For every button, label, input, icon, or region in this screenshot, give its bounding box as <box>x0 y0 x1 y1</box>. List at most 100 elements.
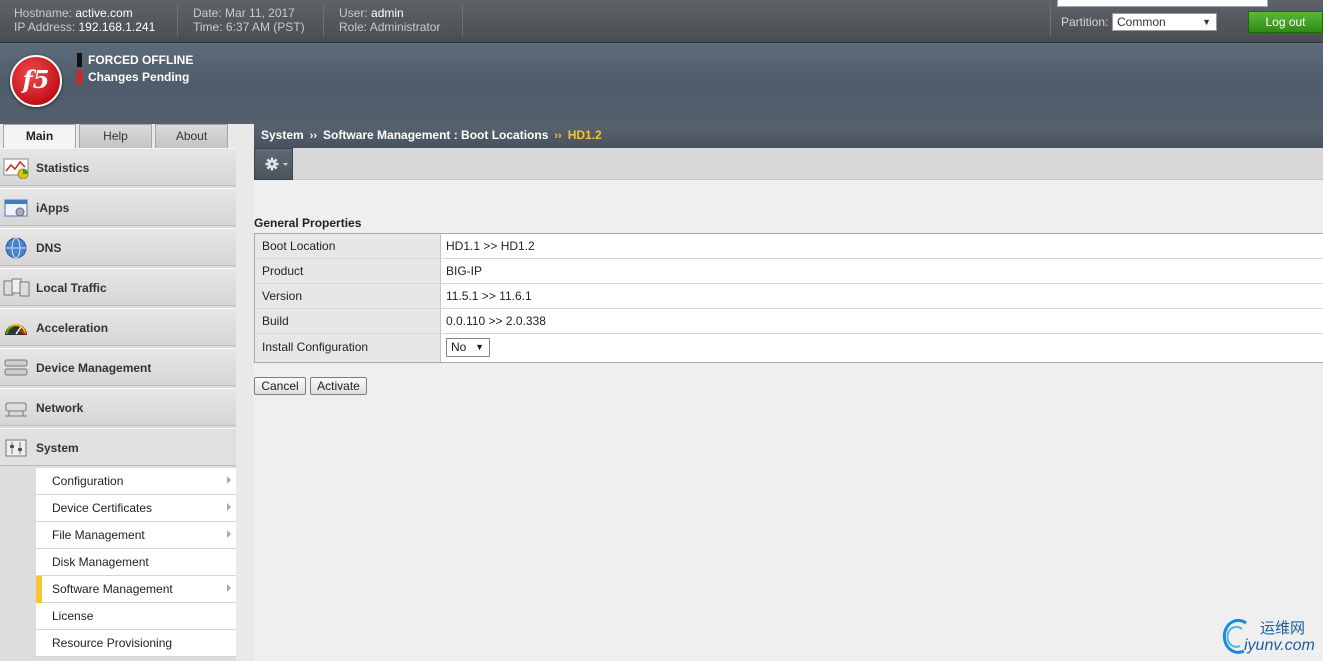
dns-globe-icon <box>5 237 27 259</box>
iapps-icon <box>4 199 28 217</box>
statistics-icon <box>3 158 29 179</box>
property-value: HD1.1 >> HD1.2 <box>446 239 535 253</box>
properties-table: Boot Location HD1.1 >> HD1.2 Product BIG-I… <box>254 233 1323 363</box>
hostname-label: Hostname: <box>14 6 73 20</box>
date-time-info: Date: Mar 11, 2017 Time: 6:37 AM (PST) <box>193 6 305 34</box>
submenu-label: Disk Management <box>52 555 149 569</box>
status-changes-pending[interactable]: Changes Pending <box>77 70 189 84</box>
submenu-item-device-certificates[interactable]: Device Certificates <box>36 495 236 522</box>
nav-item-acceleration[interactable]: Acceleration <box>0 308 236 346</box>
nav-item-system[interactable]: System <box>0 428 236 466</box>
time-value: 6:37 AM (PST) <box>225 20 305 34</box>
main-content: General Properties Boot Location HD1.1 >>… <box>254 180 1323 661</box>
submenu-item-resource-provisioning[interactable]: Resource Provisioning <box>36 630 236 657</box>
status-text: Changes Pending <box>88 70 190 84</box>
nav-label: Local Traffic <box>36 281 107 295</box>
status-indicator <box>77 53 82 67</box>
property-label: Version <box>255 284 441 308</box>
tab-help[interactable]: Help <box>79 124 152 148</box>
submenu-label: Device Certificates <box>52 501 153 515</box>
nav-item-local-traffic[interactable]: Local Traffic <box>0 268 236 306</box>
submenu-label: Resource Provisioning <box>52 636 173 650</box>
property-label: Build <box>255 309 441 333</box>
date-label: Date: <box>193 6 222 20</box>
table-row: Install Configuration No ▼ <box>255 334 1323 362</box>
submenu-item-file-management[interactable]: File Management <box>36 522 236 549</box>
chevron-right-icon <box>227 530 231 538</box>
popup-edge <box>1057 0 1268 7</box>
tab-main[interactable]: Main <box>3 124 76 149</box>
divider <box>323 4 324 36</box>
table-row: Build 0.0.110 >> 2.0.338 <box>255 309 1323 334</box>
network-icon <box>5 402 27 417</box>
device-management-icon <box>4 359 28 376</box>
user-value: admin <box>371 6 404 20</box>
table-row: Version 11.5.1 >> 11.6.1 <box>255 284 1323 309</box>
user-info: User: admin Role: Administrator <box>339 6 440 34</box>
nav-item-iapps[interactable]: iApps <box>0 188 236 226</box>
logout-button[interactable]: Log out <box>1248 11 1323 33</box>
f5-logo[interactable]: f5 <box>10 55 62 107</box>
submenu-label: File Management <box>52 528 145 542</box>
nav-item-device-management[interactable]: Device Management <box>0 348 236 386</box>
ip-value: 192.168.1.241 <box>78 20 156 34</box>
property-value: 0.0.110 >> 2.0.338 <box>446 314 546 328</box>
divider <box>1050 4 1051 36</box>
date-value: Mar 11, 2017 <box>225 6 295 20</box>
chevron-right-icon <box>227 584 231 592</box>
tab-about[interactable]: About <box>155 124 228 148</box>
cancel-button[interactable]: Cancel <box>254 377 306 395</box>
role-label: Role: <box>339 20 368 34</box>
local-traffic-icon <box>3 278 30 297</box>
breadcrumb-boot-locations[interactable]: Software Management : Boot Locations <box>323 128 548 142</box>
submenu-label: Configuration <box>52 474 124 488</box>
main-tabs: Main Help About <box>0 124 236 149</box>
breadcrumb-separator: ›› <box>309 130 318 142</box>
nav-item-dns[interactable]: DNS <box>0 228 236 266</box>
nav-label: Network <box>36 401 84 415</box>
property-label: Product <box>255 259 441 283</box>
property-value: 11.5.1 >> 11.6.1 <box>446 289 532 303</box>
acceleration-gauge-icon <box>5 324 27 335</box>
user-label: User: <box>339 6 368 20</box>
activate-button[interactable]: Activate <box>310 377 367 395</box>
nav-label: Statistics <box>36 161 90 175</box>
nav-label: Acceleration <box>36 321 109 335</box>
toolbar <box>254 148 1323 180</box>
submenu-item-disk-management[interactable]: Disk Management <box>36 549 236 576</box>
watermark-cn: 运维网 <box>1260 619 1306 637</box>
submenu-item-configuration[interactable]: Configuration <box>36 468 236 495</box>
select-value: No <box>451 340 467 354</box>
nav-label: System <box>36 441 79 455</box>
partition-select[interactable]: Common ▼ <box>1112 13 1217 31</box>
install-configuration-select[interactable]: No ▼ <box>446 338 490 357</box>
status-text: FORCED OFFLINE <box>88 53 194 67</box>
submenu-label: License <box>52 609 94 623</box>
nav-label: iApps <box>36 201 70 215</box>
watermark-en: iyunv.com <box>1244 637 1315 654</box>
settings-menu-button[interactable] <box>254 148 293 180</box>
chevron-right-icon <box>227 503 231 511</box>
submenu-item-software-management[interactable]: Software Management <box>36 576 236 603</box>
role-value: Administrator <box>369 20 441 34</box>
partition-value: Common <box>1117 15 1166 29</box>
nav-item-statistics[interactable]: Statistics <box>0 148 236 186</box>
nav-label: Device Management <box>36 361 152 375</box>
breadcrumb-system[interactable]: System <box>261 128 304 142</box>
nav-item-network[interactable]: Network <box>0 388 236 426</box>
ip-label: IP Address: <box>14 20 76 34</box>
selected-marker <box>36 576 42 603</box>
section-title: General Properties <box>254 216 362 230</box>
submenu-item-license[interactable]: License <box>36 603 236 630</box>
host-info: Hostname: active.com IP Address: 192.168… <box>14 6 155 34</box>
chevron-right-icon <box>227 476 231 484</box>
breadcrumb-separator: ›› <box>554 130 562 142</box>
install-configuration-label: Install Configuration <box>255 334 441 362</box>
divider <box>177 4 178 36</box>
system-icon <box>5 439 27 457</box>
breadcrumb: System ›› Software Management : Boot Locat… <box>254 124 1323 148</box>
nav-label: DNS <box>36 241 62 255</box>
chevron-down-icon: ▼ <box>1202 17 1211 27</box>
submenu-label: Software Management <box>52 582 173 596</box>
divider <box>462 4 463 36</box>
